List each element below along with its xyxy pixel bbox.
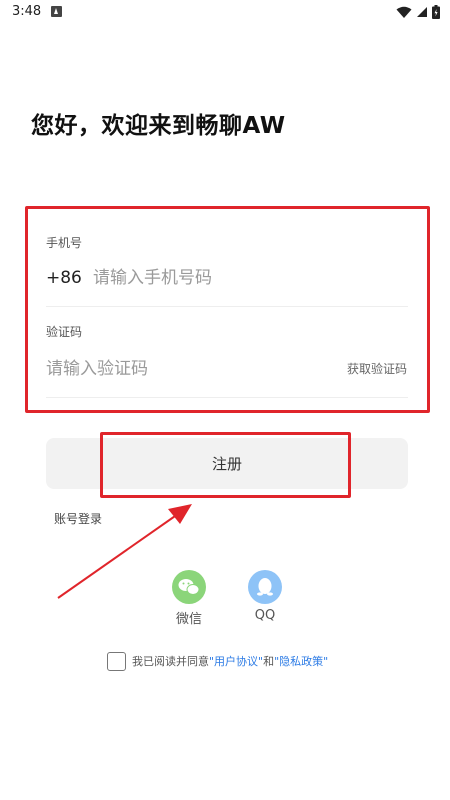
status-bar: 3:48 — [0, 0, 450, 24]
welcome-title: 您好，欢迎来到畅聊AW — [31, 113, 286, 139]
account-login-link[interactable]: 账号登录 — [54, 510, 102, 527]
agreement-checkbox[interactable] — [107, 651, 126, 671]
agreement-and: 和 — [263, 655, 275, 668]
qq-label: QQ — [254, 608, 276, 623]
wifi-icon — [396, 6, 412, 18]
register-button[interactable]: 注册 — [46, 438, 408, 489]
qq-icon — [248, 570, 282, 604]
status-icons — [396, 4, 440, 20]
wechat-label: 微信 — [175, 612, 202, 627]
status-time: 3:48 — [12, 4, 42, 19]
agreement-prefix: 我已阅读并同意 — [132, 655, 209, 668]
user-agreement-link[interactable]: "用户协议" — [209, 653, 263, 669]
wechat-login-button[interactable]: 微信 — [159, 570, 219, 627]
privacy-policy-link[interactable]: "隐私政策" — [274, 653, 328, 669]
form-highlight-frame — [25, 206, 430, 413]
wechat-icon — [172, 570, 206, 604]
notification-icon — [51, 6, 62, 17]
qq-login-button[interactable]: QQ — [235, 570, 295, 626]
agreement-row: 我已阅读并同意 "用户协议" 和 "隐私政策" — [107, 651, 328, 671]
battery-icon — [432, 5, 440, 19]
cellular-icon — [417, 7, 427, 17]
